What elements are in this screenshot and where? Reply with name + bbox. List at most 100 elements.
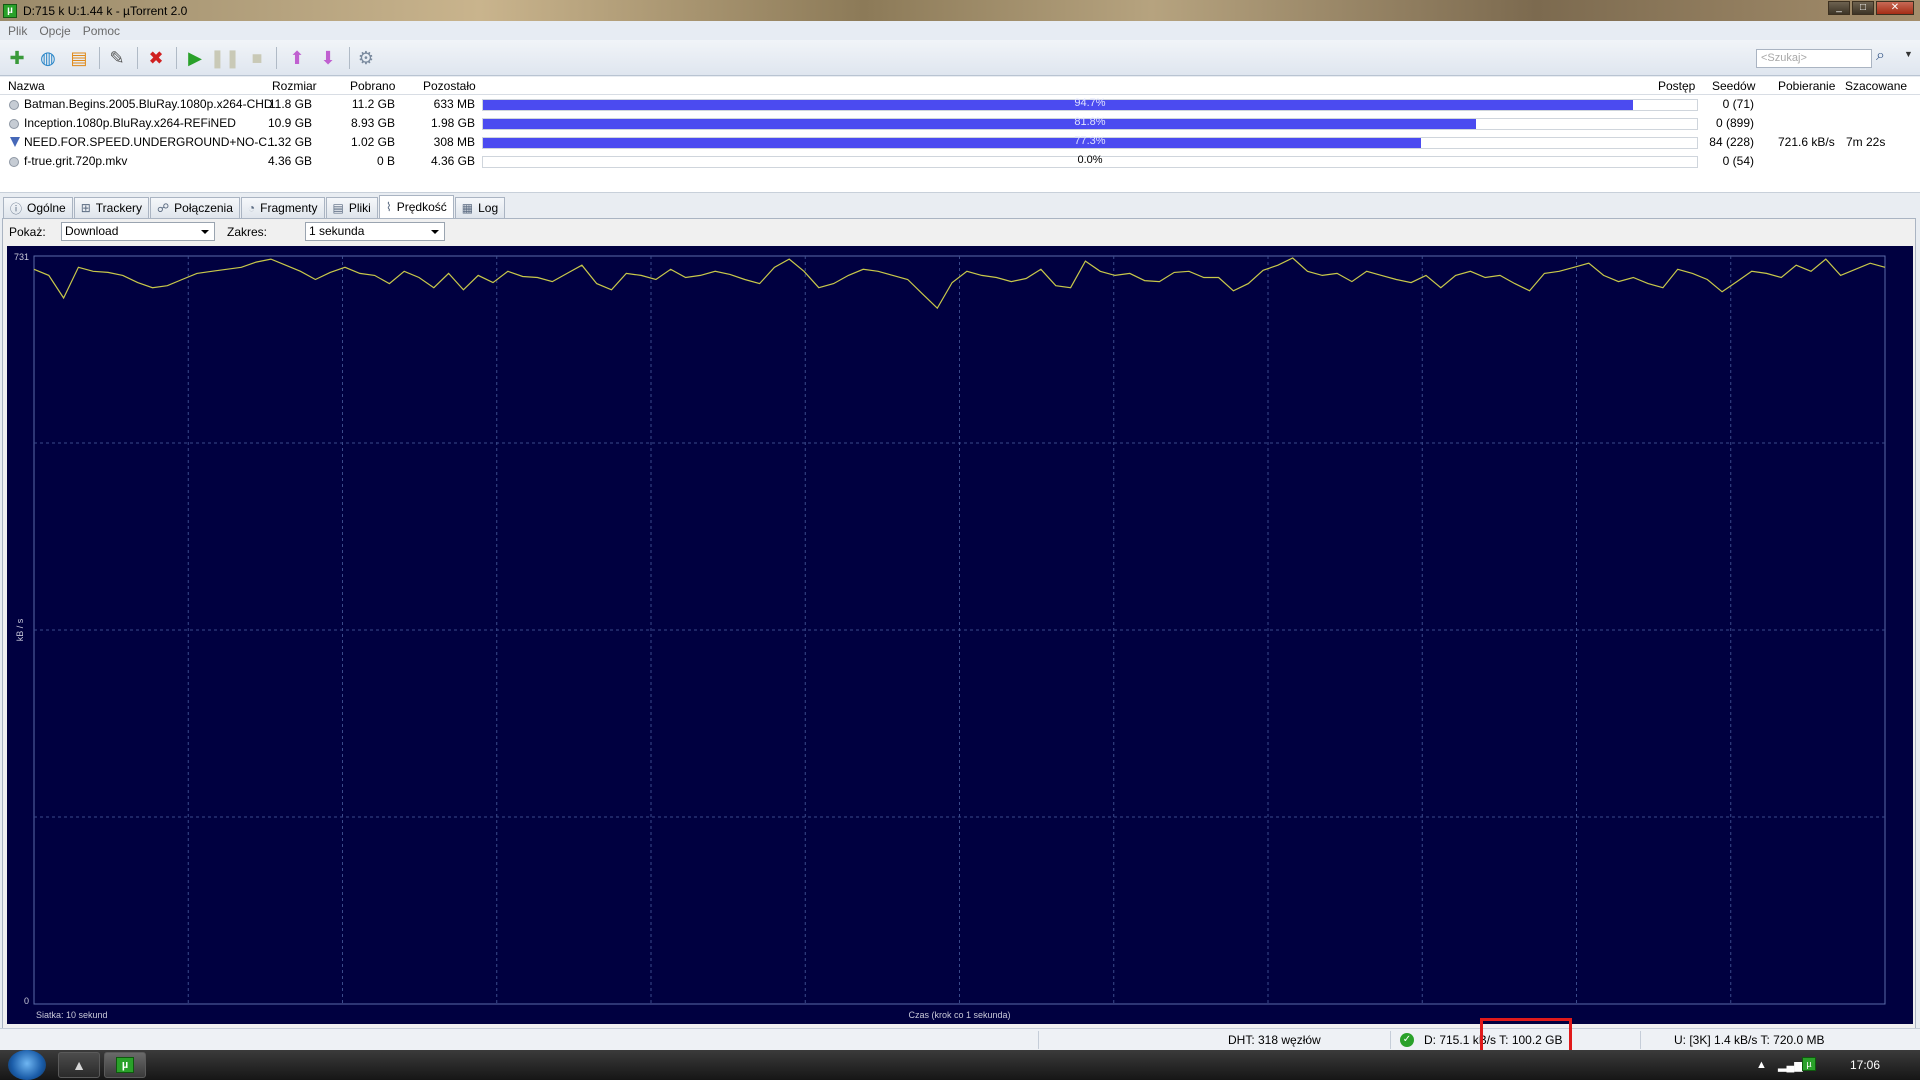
info-icon: ⓘ (10, 201, 23, 216)
col-seeds[interactable]: Seedów (1712, 77, 1755, 95)
tab-peers[interactable]: ☍ Połączenia (150, 197, 240, 218)
torrent-progress-bar: 77.3% (482, 135, 1698, 149)
minimize-button[interactable]: _ (1828, 1, 1850, 15)
torrent-remaining: 1.98 GB (430, 116, 475, 130)
create-torrent-icon[interactable]: ✎ (104, 46, 130, 70)
tab-log[interactable]: ▦ Log (454, 197, 506, 218)
progress-label: 81.8% (1074, 116, 1106, 128)
network-ok-icon[interactable]: ✓ (1400, 1033, 1414, 1047)
torrent-row[interactable]: f-true.grit.720p.mkv 4.36 GB 0 B 4.36 GB 0.0… (0, 152, 1920, 171)
torrent-name: Inception.1080p.BluRay.x264-REFiNED (24, 116, 236, 130)
remove-icon[interactable]: ✖ (143, 46, 169, 70)
start-icon[interactable]: ▶ (182, 46, 208, 70)
add-torrent-icon[interactable]: ✚ (4, 46, 30, 70)
tab-files[interactable]: ▤ Pliki (325, 197, 378, 218)
range-select-value: 1 sekunda (309, 224, 365, 238)
progress-label: 94.7% (1074, 97, 1106, 109)
clock[interactable]: 17:06 (1850, 1058, 1880, 1072)
show-select-value: Download (65, 224, 119, 238)
torrent-remaining: 4.36 GB (430, 154, 475, 168)
pause-icon[interactable]: ❚❚ (210, 46, 240, 70)
status-separator (1390, 1031, 1391, 1049)
col-size[interactable]: Rozmiar (272, 77, 317, 95)
utorrent-app-icon: µ (3, 3, 17, 18)
torrent-remaining: 308 MB (433, 135, 475, 149)
col-progress[interactable]: Postęp (1658, 77, 1695, 95)
log-icon: ▦ (461, 201, 474, 215)
search-icon[interactable]: ⌕ (1876, 47, 1898, 69)
peers-icon: ☍ (157, 201, 170, 215)
tab-speed[interactable]: ⌇ Prędkość (378, 195, 454, 218)
detail-tabs: ⓘ Ogólne ⊞ Trackery ☍ Połączenia ◔ Fragmenty ▤ Pl… (0, 195, 1920, 218)
network-icon: ⊞ (80, 201, 91, 215)
torrent-name: f-true.grit.720p.mkv (24, 154, 128, 168)
torrent-progress-bar: 0.0% (482, 154, 1698, 168)
tab-pieces[interactable]: ◔ Fragmenty (240, 197, 325, 218)
network-signal-icon[interactable]: ▂▄▆ (1778, 1059, 1803, 1072)
add-url-icon[interactable]: ◍ (35, 46, 61, 70)
torrent-row[interactable]: Batman.Begins.2005.BluRay.1080p.x264-CHD… (0, 95, 1920, 114)
show-select[interactable]: Download (61, 222, 215, 241)
pieces-icon: ◔ (247, 201, 256, 215)
window-controls: _ □ ✕ (1828, 1, 1914, 15)
x-axis-label: Czas (krok co 1 sekunda) (908, 1010, 1010, 1020)
tab-label: Połączenia (174, 201, 233, 215)
torrent-list-header: Nazwa Rozmiar Pobrano Pozostało Postęp S… (0, 77, 1920, 95)
move-down-icon[interactable]: ⬇ (315, 46, 341, 70)
col-name[interactable]: Nazwa (8, 77, 45, 95)
range-select[interactable]: 1 sekunda (305, 222, 445, 241)
search-dropdown-icon[interactable]: ▼ (1904, 49, 1913, 59)
menu-options[interactable]: Opcje (39, 24, 70, 38)
torrent-row[interactable]: Inception.1080p.BluRay.x264-REFiNED 10.9 … (0, 114, 1920, 133)
tab-info[interactable]: ⓘ Ogólne (3, 197, 73, 218)
settings-gear-icon[interactable]: ⚙ (353, 46, 379, 70)
menu-file[interactable]: Plik (8, 24, 27, 38)
menu-help[interactable]: Pomoc (83, 24, 120, 38)
torrent-downloaded: 8.93 GB (350, 116, 395, 130)
search-input[interactable]: <Szukaj> (1756, 49, 1872, 68)
speed-graph-svg: 731 0 kB / s Siatka: 10 sekund Czas (krok co… (14, 252, 1886, 1020)
torrent-downloaded: 1.02 GB (350, 135, 395, 149)
window-title: D:715 k U:1.44 k - µTorrent 2.0 (23, 3, 188, 18)
queued-status-icon (9, 100, 19, 110)
col-remaining[interactable]: Pozostało (423, 77, 476, 95)
utorrent-icon: µ (116, 1057, 134, 1073)
stop-icon[interactable]: ■ (244, 46, 270, 70)
taskbar-utorrent[interactable]: µ (104, 1052, 146, 1078)
toolbar-separator (276, 47, 277, 69)
start-button[interactable] (8, 1050, 46, 1080)
col-eta[interactable]: Szacowane (1845, 77, 1907, 95)
highlight-box (1480, 1018, 1572, 1054)
tray-expand-icon[interactable]: ▲ (1756, 1059, 1767, 1071)
rss-icon[interactable]: ▤ (66, 46, 92, 70)
torrent-size: 11.8 GB (268, 97, 312, 111)
tray-utorrent-icon[interactable]: µ (1802, 1057, 1816, 1071)
tab-label: Fragmenty (260, 201, 318, 215)
tab-network[interactable]: ⊞ Trackery (73, 197, 150, 218)
toolbar-separator (349, 47, 350, 69)
torrent-progress-bar: 94.7% (482, 97, 1698, 111)
speed-icon: ⌇ (385, 200, 392, 214)
upload-status[interactable]: U: [3K] 1.4 kB/s T: 720.0 MB (1674, 1033, 1825, 1047)
torrent-name: Batman.Begins.2005.BluRay.1080p.x264-CHD (24, 97, 273, 111)
chevron-down-icon (431, 230, 439, 234)
torrent-row[interactable]: NEED.FOR.SPEED.UNDERGROUND+NO-C... 1.32 G… (0, 133, 1920, 152)
col-down-speed[interactable]: Pobieranie (1778, 77, 1835, 95)
grid-interval-label: Siatka: 10 sekund (36, 1010, 108, 1020)
move-up-icon[interactable]: ⬆ (284, 46, 310, 70)
close-button[interactable]: ✕ (1876, 1, 1914, 15)
maximize-button[interactable]: □ (1852, 1, 1874, 15)
dht-status: DHT: 318 węzłów (1228, 1033, 1321, 1047)
progress-label: 77.3% (1074, 135, 1106, 147)
queued-status-icon (9, 157, 19, 167)
status-separator (1038, 1031, 1039, 1049)
toolbar: ✚ ◍ ▤ ✎ ✖ ▶ ❚❚ ■ ⬆ ⬇ ⚙ <Szukaj> ⌕ ▼ (0, 40, 1920, 76)
torrent-list: Nazwa Rozmiar Pobrano Pozostało Postęp S… (0, 77, 1920, 193)
chevron-down-icon (201, 230, 209, 234)
tab-label: Log (478, 201, 499, 215)
y-tick-label: 0 (24, 996, 29, 1006)
status-separator (1640, 1031, 1641, 1049)
taskbar-app-icon[interactable]: ▲ (58, 1052, 100, 1078)
col-downloaded[interactable]: Pobrano (350, 77, 395, 95)
torrent-seeds: 0 (899) (1715, 116, 1754, 130)
